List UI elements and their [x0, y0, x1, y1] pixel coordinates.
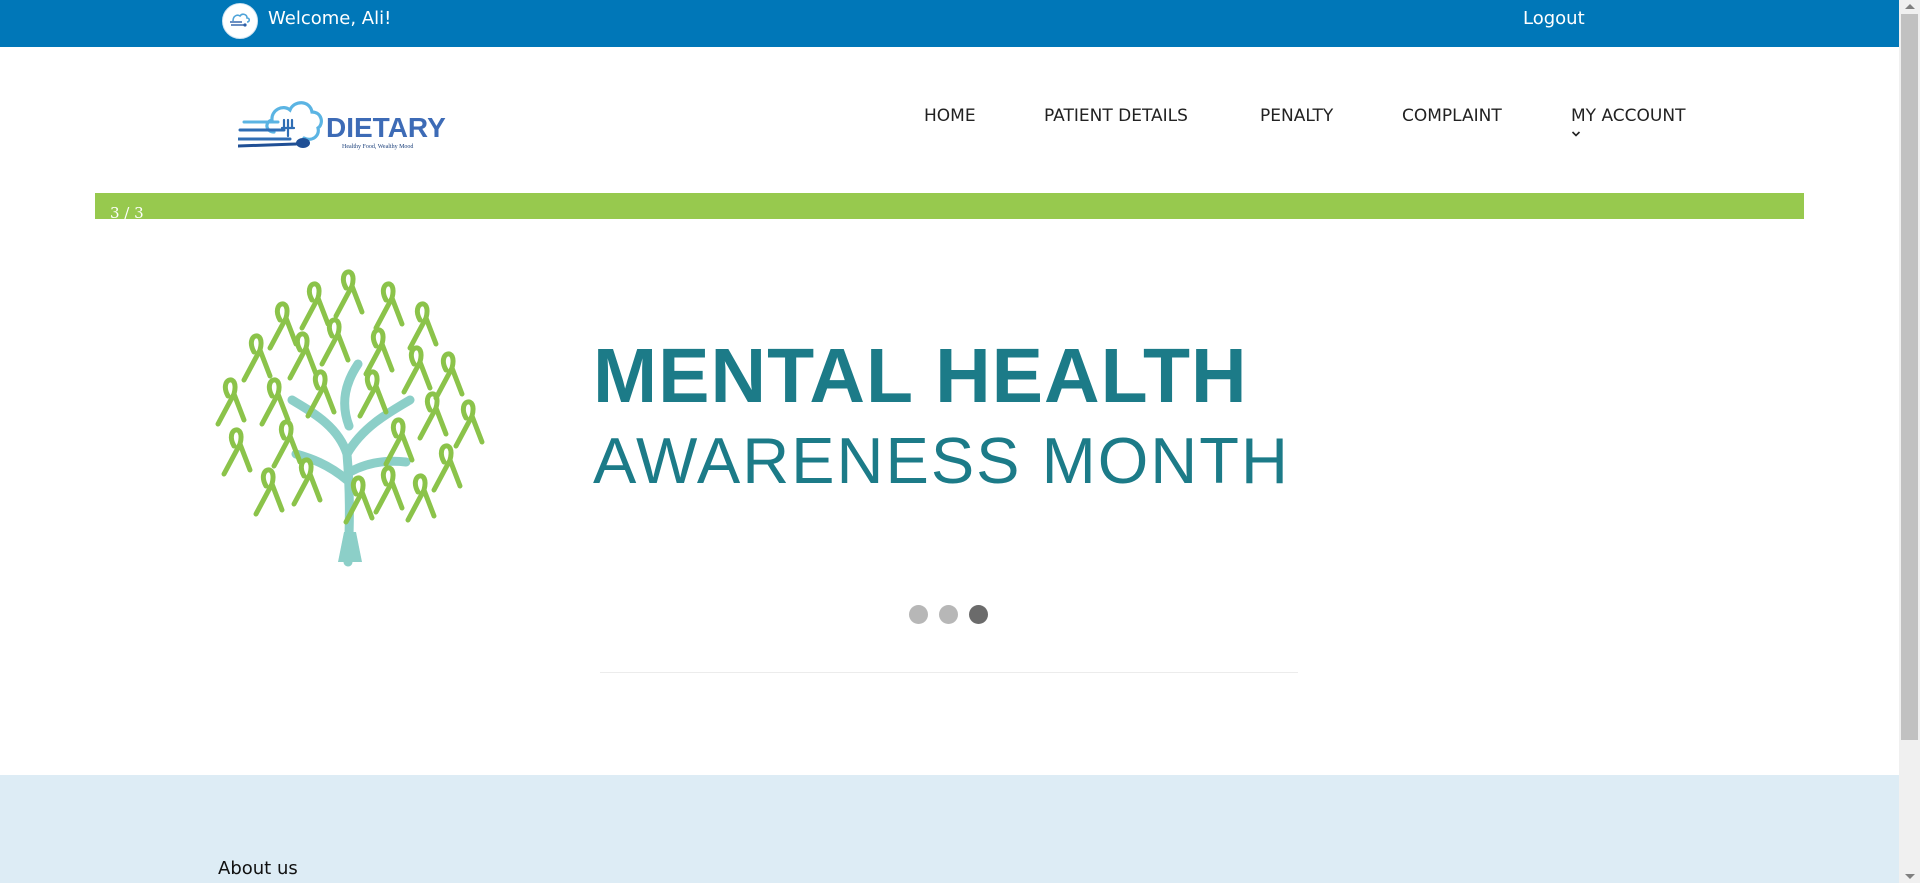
slider-dot-1[interactable] — [909, 605, 928, 624]
nav-patient-details[interactable]: PATIENT DETAILS — [1044, 106, 1188, 126]
avatar[interactable] — [222, 3, 258, 39]
cloud-fork-logo-icon — [238, 101, 323, 148]
slider-dot-3[interactable] — [969, 605, 988, 624]
chevron-down-icon[interactable] — [1571, 130, 1581, 138]
logo-title: DIETARY — [326, 112, 446, 143]
ribbon-tree-icon — [215, 269, 485, 567]
about-us-heading: About us — [218, 858, 298, 879]
banner-heading: MENTAL HEALTH — [593, 333, 1248, 419]
slide-banner: MENTAL HEALTH AWARENESS MONTH — [200, 240, 1400, 570]
slider-progress-bar: 3 / 3 — [95, 193, 1804, 222]
banner-subheading: AWARENESS MONTH — [593, 424, 1290, 497]
nav-complaint[interactable]: COMPLAINT — [1402, 106, 1502, 126]
scroll-down-arrow-icon[interactable] — [1905, 874, 1915, 879]
nav-home[interactable]: HOME — [924, 106, 976, 126]
logout-link[interactable]: Logout — [1523, 8, 1585, 29]
scrollbar-thumb[interactable] — [1901, 14, 1918, 740]
slide-counter: 3 / 3 — [110, 204, 144, 222]
divider — [600, 672, 1298, 673]
nav-my-account[interactable]: MY ACCOUNT — [1571, 106, 1685, 126]
nav-penalty[interactable]: PENALTY — [1260, 106, 1333, 126]
top-bar: Welcome, Ali! Logout — [0, 0, 1899, 47]
scroll-up-arrow-icon[interactable] — [1905, 4, 1915, 9]
dietary-logo[interactable]: DIETARY Healthy Food, Wealthy Mood — [238, 94, 450, 158]
dietary-logo-icon — [230, 13, 251, 27]
vertical-scrollbar[interactable] — [1899, 0, 1920, 883]
logo-tagline: Healthy Food, Wealthy Mood — [342, 144, 414, 150]
slider-dot-2[interactable] — [939, 605, 958, 624]
welcome-message: Welcome, Ali! — [268, 8, 392, 29]
